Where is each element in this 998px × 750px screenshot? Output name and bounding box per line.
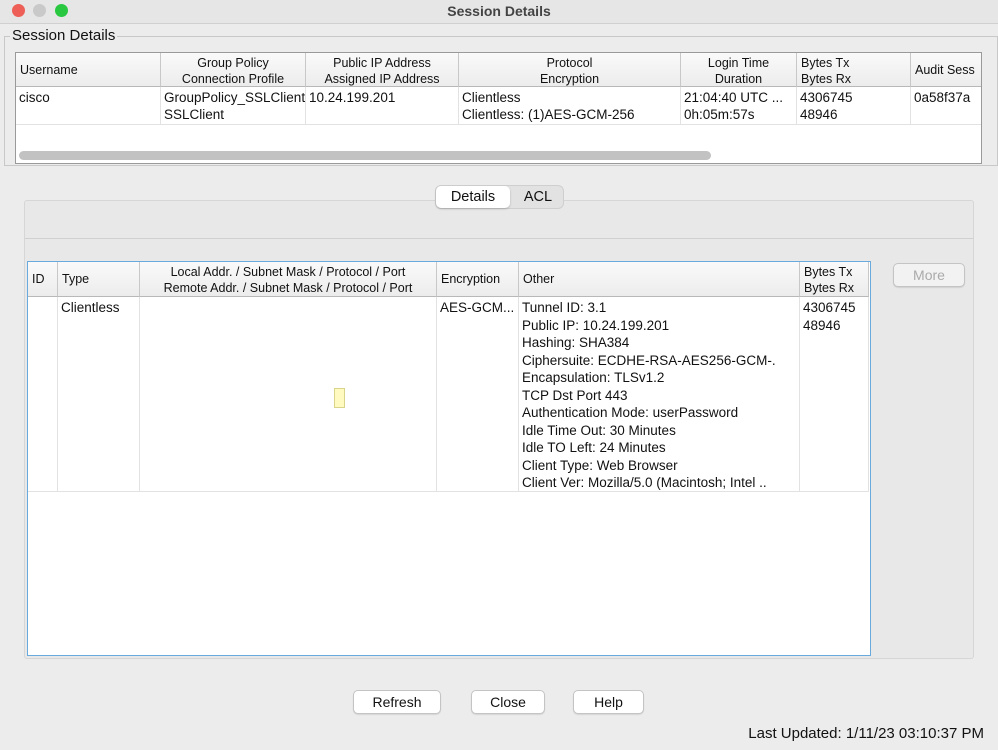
column-header-label: Login Time [707, 56, 770, 70]
column-header-label: ID [32, 272, 45, 286]
cell-line: GroupPolicy_SSLClient [164, 90, 306, 105]
table-cell[interactable]: 10.24.199.201 [306, 87, 459, 125]
cell-line: TCP Dst Port 443 [522, 387, 628, 403]
table-cell[interactable]: 0a58f37a [911, 87, 981, 125]
column-header-label: Duration [714, 72, 763, 86]
cell-line: 4306745 [803, 300, 856, 315]
tab-details[interactable]: Details [436, 186, 510, 208]
close-button[interactable]: Close [471, 690, 545, 714]
cell-line: 10.24.199.201 [309, 90, 396, 105]
column-header[interactable]: Bytes Tx Bytes Rx [797, 53, 911, 87]
column-header-label: Audit Sess [915, 63, 975, 77]
column-header-label: Username [20, 63, 78, 77]
column-header[interactable]: Public IP Address Assigned IP Address [306, 53, 459, 87]
column-header-label: Bytes Rx [804, 281, 855, 295]
help-button[interactable]: Help [573, 690, 644, 714]
column-header-label: Bytes Rx [801, 72, 852, 86]
session-table[interactable]: Username cisco Group Policy Connection Prof… [15, 52, 982, 164]
column-header-label: Group Policy [197, 56, 269, 70]
column-header-label: Assigned IP Address [324, 72, 440, 86]
cell-line: Ciphersuite: ECDHE-RSA-AES256-GCM-. [522, 352, 776, 368]
column-header-label: Bytes Tx [801, 56, 850, 70]
column-header-label: Local Addr. / Subnet Mask / Protocol / P… [170, 265, 406, 279]
table-cell[interactable]: Clientless Clientless: (1)AES-GCM-256 [459, 87, 681, 125]
column-header-label: Type [62, 272, 90, 286]
cell-line: SSLClient [164, 107, 225, 122]
column-header[interactable]: Encryption [437, 262, 519, 297]
column-header-label: Encryption [539, 72, 600, 86]
table-cell[interactable] [140, 297, 437, 492]
column-header-label: Protocol [546, 56, 593, 70]
column-header-label: Other [523, 272, 555, 286]
window-title: Session Details [447, 3, 551, 19]
table-cell[interactable]: AES-GCM... [437, 297, 519, 492]
cell-line [914, 106, 979, 123]
table-cell[interactable] [28, 297, 58, 492]
cell-line: 21:04:40 UTC ... [684, 90, 784, 105]
cell-line: 0h:05m:57s [684, 107, 755, 122]
status-text: Last Updated: 1/11/23 03:10:37 PM [748, 725, 984, 742]
table-cell[interactable]: 21:04:40 UTC ... 0h:05m:57s [681, 87, 797, 125]
details-table[interactable]: ID Type Local Addr. / Subnet Mask / Protoc… [27, 261, 871, 656]
cell-line: 48946 [800, 107, 838, 122]
column-header[interactable]: Local Addr. / Subnet Mask / Protocol / P… [140, 262, 437, 297]
column-header[interactable]: Username [16, 53, 161, 87]
column-header-label: Bytes Tx [804, 265, 853, 279]
maximize-window-icon[interactable] [55, 4, 68, 17]
cell-line: cisco [19, 90, 50, 105]
table-cell[interactable]: cisco [16, 87, 161, 125]
column-header[interactable]: Other [519, 262, 800, 297]
column-header[interactable]: Type [58, 262, 140, 297]
cell-line: Tunnel ID: 3.1 [522, 300, 607, 315]
column-header-label: Encryption [441, 272, 501, 286]
table-cell[interactable]: Tunnel ID: 3.1 Public IP: 10.24.199.201 Ha… [519, 297, 800, 492]
column-header[interactable]: Login Time Duration [681, 53, 797, 87]
column-header[interactable]: Group Policy Connection Profile [161, 53, 306, 87]
column-header[interactable]: ID [28, 262, 58, 297]
close-window-icon[interactable] [12, 4, 25, 17]
cell-line: Hashing: SHA384 [522, 335, 630, 350]
column-header[interactable]: Audit Sess [911, 53, 981, 87]
column-header[interactable]: Bytes Tx Bytes Rx [800, 262, 869, 297]
cell-line: Clientless [462, 90, 521, 105]
cell-line: 48946 [803, 317, 841, 333]
column-header-label: Connection Profile [181, 72, 285, 86]
table-cell[interactable]: 4306745 48946 [800, 297, 869, 492]
cell-line: Idle TO Left: 24 Minutes [522, 440, 666, 455]
cell-line: Client Ver: Mozilla/5.0 (Macintosh; Inte… [522, 475, 767, 490]
column-header-label: Public IP Address [333, 56, 431, 70]
cell-line: 4306745 [800, 90, 853, 105]
tab-acl[interactable]: ACL [512, 186, 564, 208]
more-button[interactable]: More [893, 263, 965, 287]
cell-line: Idle Time Out: 30 Minutes [522, 422, 676, 438]
cell-line: Encapsulation: TLSv1.2 [522, 370, 665, 385]
cell-line: Client Type: Web Browser [522, 457, 678, 473]
cell-line: Clientless: (1)AES-GCM-256 [462, 107, 635, 122]
cell-line: Authentication Mode: userPassword [522, 405, 739, 420]
cell-line: 0a58f37a [914, 90, 971, 105]
table-cell[interactable]: 4306745 48946 [797, 87, 911, 125]
group-label: Session Details [10, 27, 118, 44]
refresh-button[interactable]: Refresh [353, 690, 441, 714]
cell-line: Public IP: 10.24.199.201 [522, 317, 670, 333]
column-header[interactable]: Protocol Encryption [459, 53, 681, 87]
cell-line [309, 106, 455, 123]
table-cell[interactable]: Clientless [58, 297, 140, 492]
table-cell[interactable]: GroupPolicy_SSLClient SSLClient [161, 87, 306, 125]
column-header-label: Remote Addr. / Subnet Mask / Protocol / … [163, 281, 413, 295]
horizontal-scrollbar[interactable] [19, 151, 711, 160]
cell-line [19, 106, 157, 123]
title-bar: Session Details [0, 0, 998, 24]
minimize-window-icon[interactable] [33, 4, 46, 17]
